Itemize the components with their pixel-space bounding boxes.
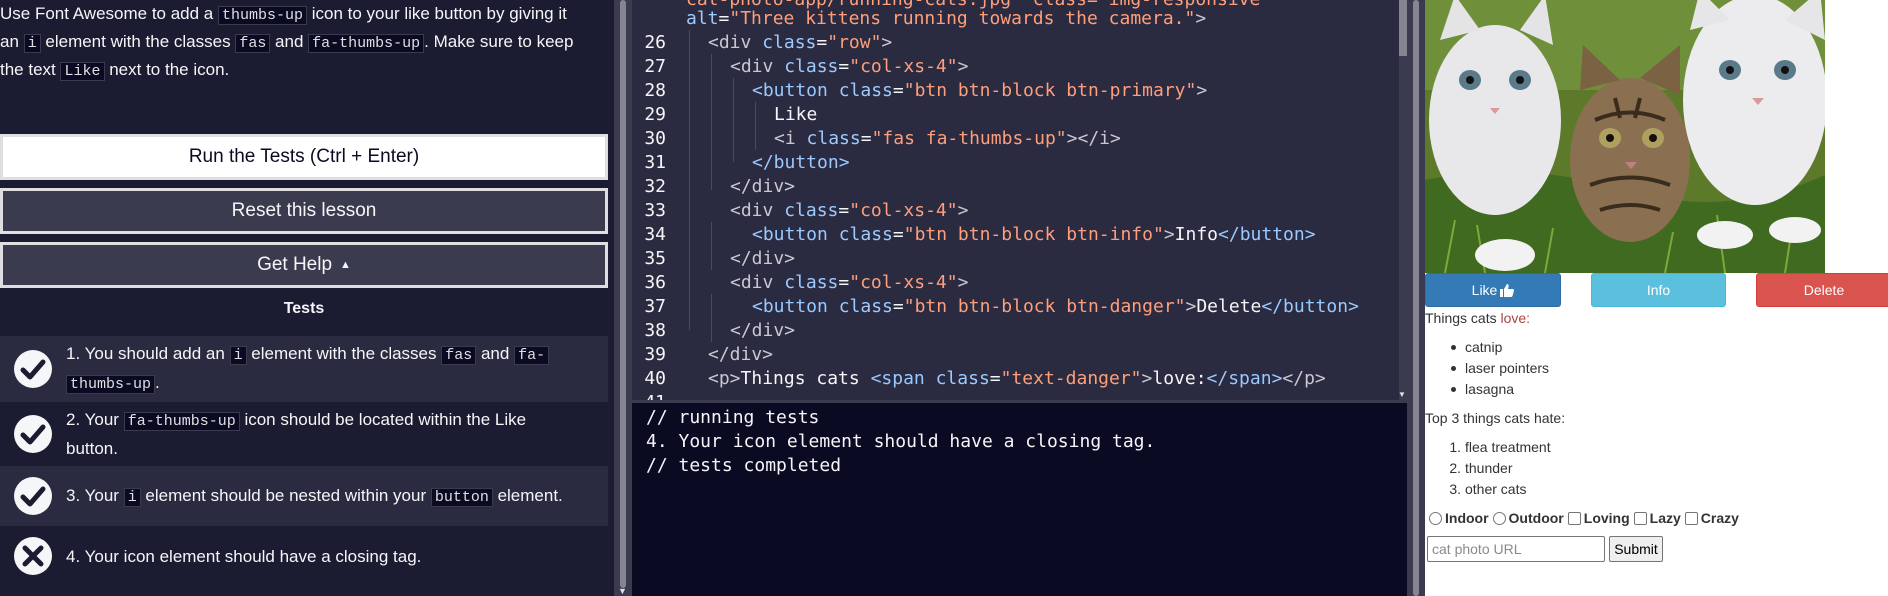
code-line: 28 <button class="btn btn-block btn-prima…: [644, 80, 1208, 101]
love-paragraph: Things cats love:: [1425, 310, 1531, 326]
list-item: 1. flea treatment: [1449, 439, 1551, 455]
list-item: 2. thunder: [1449, 460, 1513, 476]
crazy-checkbox[interactable]: [1684, 511, 1698, 525]
description-line: the text Like next to the icon.: [0, 60, 230, 81]
info-button[interactable]: Info: [1591, 273, 1726, 307]
hate-paragraph: Top 3 things cats hate:: [1425, 410, 1566, 426]
challenge-description: Use Font Awesome to add a thumbs-up icon…: [0, 0, 610, 84]
scrollbar-thumb[interactable]: [620, 0, 626, 588]
console-line: 4. Your icon element should have a closi…: [646, 431, 1156, 452]
run-tests-button[interactable]: Run the Tests (Ctrl + Enter): [0, 134, 608, 180]
inline-code: fa-: [514, 346, 550, 365]
love-list: catnip laser pointers lasagna: [1450, 337, 1549, 400]
code-line: 32 </div>: [644, 176, 796, 197]
x-circle-icon: [0, 536, 66, 576]
inline-code: fa-thumbs-up: [123, 412, 240, 431]
like-button[interactable]: Like: [1425, 273, 1561, 307]
code-line: 30 <i class="fas fa-thumbs-up"></i>: [644, 128, 1121, 149]
instructions-panel: Use Font Awesome to add a thumbs-up icon…: [0, 0, 614, 596]
code-line: 37 <button class="btn btn-block btn-dange…: [644, 296, 1359, 317]
inline-code: thumbs-up: [217, 6, 307, 25]
inline-code: fas: [235, 34, 271, 53]
inline-code: i: [23, 34, 41, 53]
code-line: 35 </div>: [644, 248, 796, 269]
options-row: Indoor Outdoor Loving Lazy Crazy: [1425, 510, 1739, 526]
inline-code: i: [123, 487, 141, 507]
code-line: 40 <p>Things cats <span class="text-dange…: [644, 368, 1326, 389]
caret-up-icon: ▲: [340, 259, 351, 271]
inline-code: fa-thumbs-up: [308, 34, 425, 53]
preview-pane: Like Info Delete Things cats love: catni…: [1425, 0, 1888, 596]
list-item: 3. other cats: [1449, 481, 1527, 497]
thumbs-up-icon: [1500, 283, 1515, 297]
code-line: alt="Three kittens running towards the c…: [686, 8, 1207, 29]
code-line: 33 <div class="col-xs-4">: [644, 200, 969, 221]
code-editor[interactable]: cat-photo-app/running-cats.jpg" class="i…: [632, 0, 1407, 400]
code-line: 29 Like: [644, 104, 818, 125]
delete-button[interactable]: Delete: [1756, 273, 1888, 307]
get-help-button[interactable]: Get Help ▲: [0, 242, 608, 288]
test-console-output: // running tests 4. Your icon element sh…: [632, 400, 1407, 596]
code-line: 31 </button>: [644, 152, 850, 173]
indoor-radio[interactable]: [1429, 511, 1442, 525]
inline-code: thumbs-up: [66, 375, 156, 394]
lazy-checkbox[interactable]: [1633, 511, 1647, 525]
description-line: Use Font Awesome to add a thumbs-up icon…: [0, 4, 567, 25]
inline-code: Like: [60, 62, 105, 81]
cat-photo: [1425, 0, 1825, 273]
test-item: 3. Your i element should be nested withi…: [0, 466, 608, 526]
inline-code: i: [229, 346, 247, 365]
inline-code: button: [430, 487, 493, 507]
code-line: 36 <div class="col-xs-4">: [644, 272, 969, 293]
code-line: 27 <div class="col-xs-4">: [644, 56, 969, 77]
list-item: lasagna: [1450, 379, 1549, 400]
check-circle-icon: [0, 349, 66, 389]
scrollbar-thumb[interactable]: [1413, 0, 1419, 596]
editor-scrollbar[interactable]: [1399, 0, 1407, 400]
outdoor-radio[interactable]: [1492, 511, 1506, 525]
inline-code: fas: [441, 346, 477, 365]
test-item: 1. You should add an i element with the …: [0, 336, 608, 402]
console-line: // running tests: [646, 407, 820, 428]
love-word: love:: [1500, 310, 1531, 326]
code-line: 34 <button class="btn btn-block btn-info"…: [644, 224, 1316, 245]
description-line: an i element with the classes fas and fa…: [0, 32, 574, 53]
test-item: 2. Your fa-thumbs-up icon should be loca…: [0, 404, 608, 464]
submit-button[interactable]: Submit: [1609, 536, 1663, 562]
loving-checkbox[interactable]: [1567, 511, 1581, 525]
cat-photo-url-input[interactable]: [1427, 536, 1605, 562]
reset-lesson-button[interactable]: Reset this lesson: [0, 188, 608, 234]
code-line: 38 </div>: [644, 320, 796, 341]
check-circle-icon: [0, 414, 66, 454]
code-line: 39 </div>: [644, 344, 774, 365]
code-line: 41: [632, 391, 1397, 400]
scroll-down-icon[interactable]: ▼: [1398, 390, 1406, 399]
test-item: 4. Your icon element should have a closi…: [0, 530, 608, 582]
console-line: // tests completed: [646, 455, 842, 476]
hate-list: 1. flea treatment 2. thunder 3. other cats: [1449, 437, 1551, 500]
scrollbar-thumb[interactable]: [1399, 0, 1407, 56]
code-line: 26 <div class="row">: [644, 32, 893, 53]
check-circle-icon: [0, 476, 66, 516]
tests-heading: Tests: [283, 300, 325, 317]
list-item: catnip: [1450, 337, 1549, 358]
list-item: laser pointers: [1450, 358, 1549, 379]
